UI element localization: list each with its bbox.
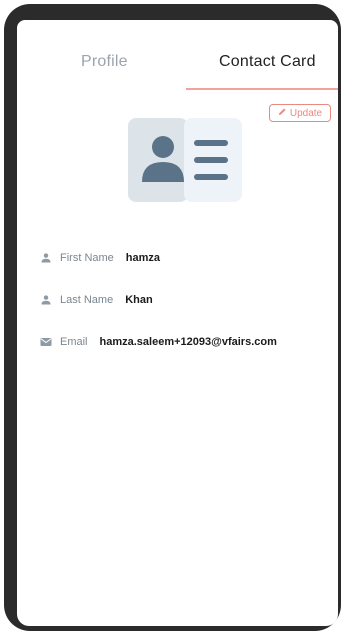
- active-tab-indicator: [186, 88, 338, 90]
- email-label: Email: [60, 336, 88, 348]
- first-name-value: hamza: [125, 252, 161, 264]
- person-icon: [40, 294, 52, 306]
- last-name-value: Khan: [125, 294, 153, 306]
- app-screen: Profile Contact Card Update First Name h…: [17, 20, 338, 626]
- email-row: Email hamza.saleem+12093@vfairs.com: [40, 336, 277, 348]
- tab-profile[interactable]: Profile: [81, 53, 128, 71]
- contact-card-icon: [128, 118, 242, 202]
- update-button-label: Update: [289, 107, 323, 119]
- last-name-label: Last Name: [60, 294, 114, 306]
- person-icon: [40, 252, 52, 264]
- pencil-icon: [278, 107, 287, 119]
- update-button[interactable]: Update: [269, 104, 331, 122]
- mail-icon: [40, 336, 52, 348]
- email-value: hamza.saleem+12093@vfairs.com: [99, 336, 277, 348]
- device-frame: Profile Contact Card Update First Name h…: [4, 4, 341, 631]
- tab-contact-card[interactable]: Contact Card: [219, 53, 316, 71]
- first-name-label: First Name: [60, 252, 114, 264]
- first-name-row: First Name hamza: [40, 252, 160, 264]
- last-name-row: Last Name Khan: [40, 294, 153, 306]
- tab-bar: Profile Contact Card: [17, 20, 338, 90]
